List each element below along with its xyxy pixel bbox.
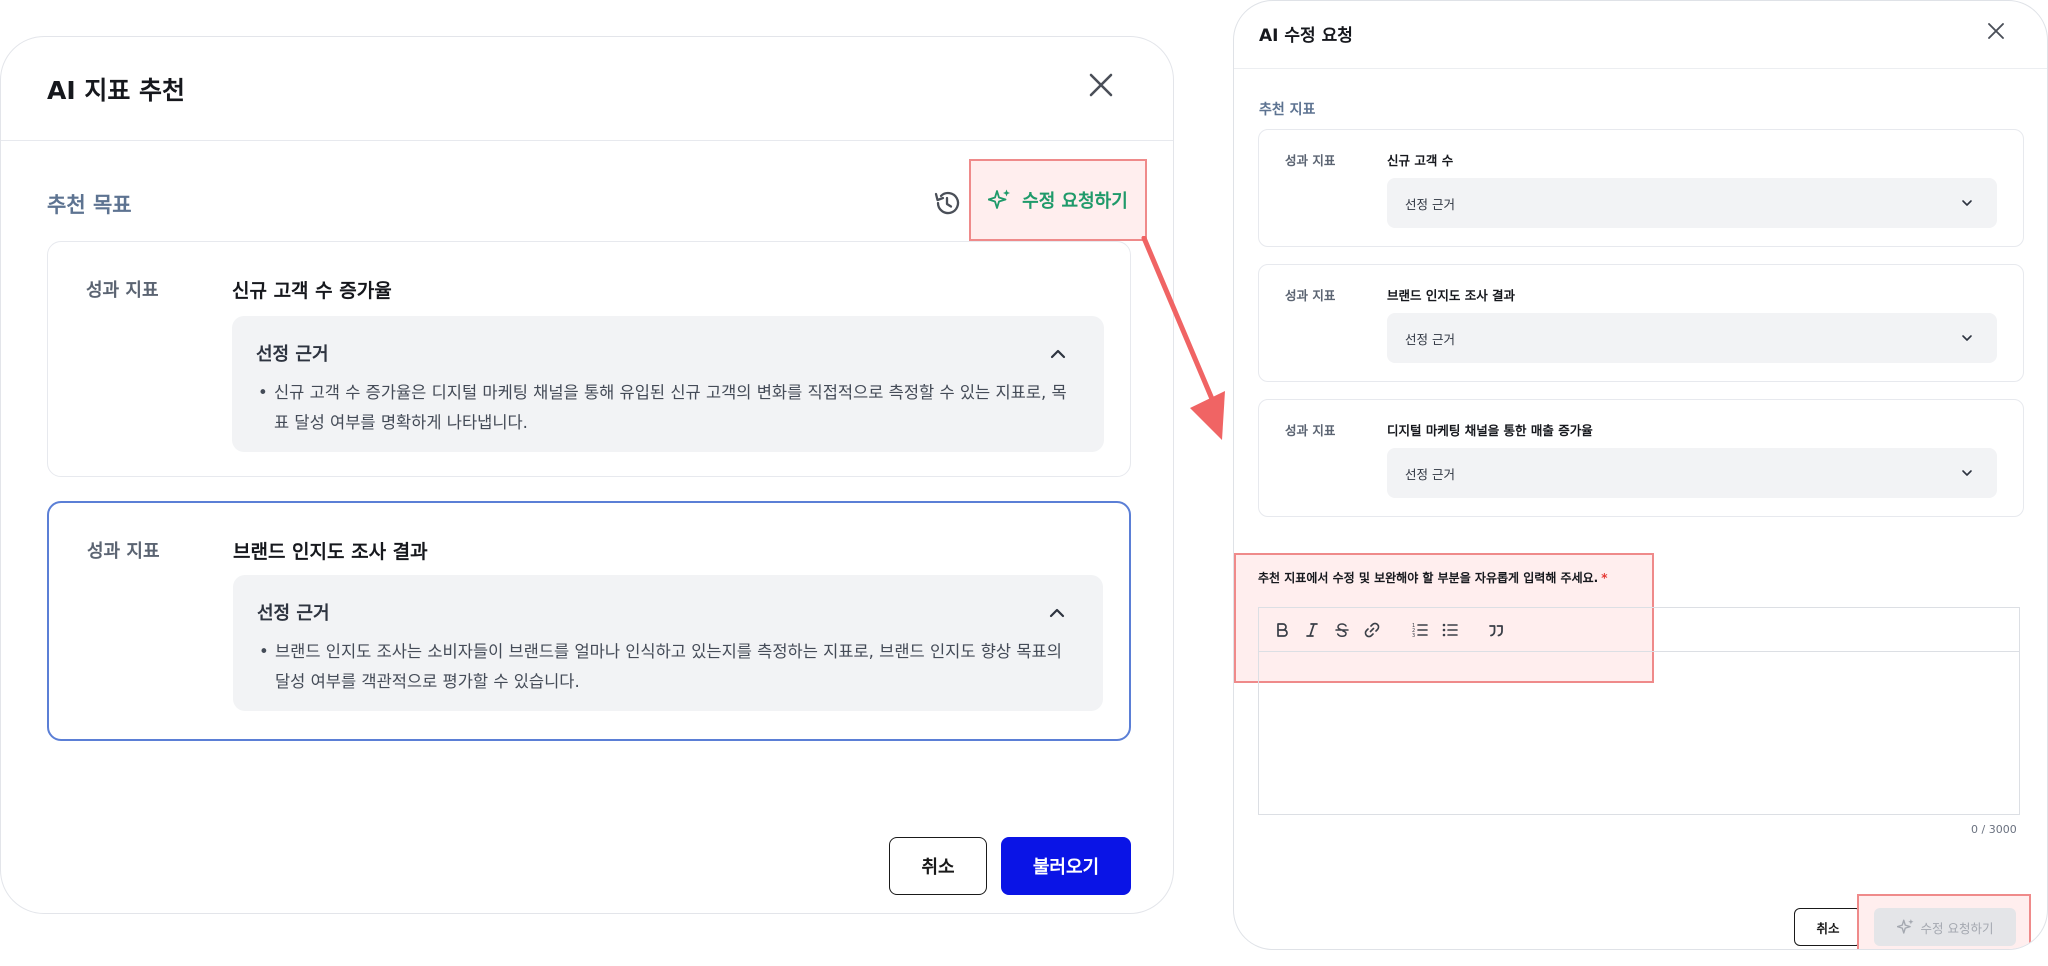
chevron-down-icon [1962,470,1972,476]
metric-name: 신규 고객 수 [1387,153,1454,168]
reason-dropdown[interactable]: 선정 근거 [1387,448,1997,498]
modal-header: AI 지표 추천 [1,37,1173,141]
rich-text-editor[interactable]: 1 2 3 [1258,607,2020,815]
metric-name: 브랜드 인지도 조사 결과 [1387,288,1516,303]
section-title: 추천 목표 [47,193,132,217]
reason-dropdown[interactable]: 선정 근거 [1387,178,1997,228]
quote-icon[interactable] [1487,621,1505,639]
panel-header: AI 수정 요청 [1234,1,2047,69]
metric-name: 브랜드 인지도 조사 결과 [233,541,428,563]
submit-edit-request-button[interactable]: 수정 요청하기 [1874,908,2016,946]
sparkle-icon [1896,919,1913,934]
metric-label: 성과 지표 [87,541,160,562]
metric-card: 성과 지표 브랜드 인지도 조사 결과 선정 근거 [1258,264,2024,382]
submit-label: 수정 요청하기 [1920,920,1994,936]
close-icon[interactable] [1085,69,1117,101]
dropdown-label: 선정 근거 [1405,197,1455,212]
strikethrough-icon[interactable] [1333,621,1351,639]
sparkle-icon [988,189,1011,209]
section-title: 추천 지표 [1259,102,1316,118]
reason-text: 신규 고객 수 증가율은 디지털 마케팅 채널을 통해 유입된 신규 고객의 변… [258,378,1078,438]
reason-text: 브랜드 인지도 조사는 소비자들이 브랜드를 얼마나 인식하고 있는지를 측정하… [259,637,1079,697]
metric-card: 성과 지표 신규 고객 수 선정 근거 [1258,129,2024,247]
ai-metric-recommend-modal: AI 지표 추천 추천 목표 수정 요청하기 성과 지표 신규 고객 수 증가율… [0,36,1174,914]
dropdown-label: 선정 근거 [1405,467,1455,482]
required-mark: * [1601,571,1608,585]
load-button[interactable]: 불러오기 [1001,837,1131,895]
metric-name: 신규 고객 수 증가율 [232,280,392,302]
metric-label: 성과 지표 [1285,288,1336,303]
metric-card[interactable]: 성과 지표 신규 고객 수 증가율 선정 근거 신규 고객 수 증가율은 디지털… [47,241,1131,477]
metric-label: 성과 지표 [1285,423,1336,438]
modal-title: AI 지표 추천 [47,76,186,105]
link-icon[interactable] [1363,621,1381,639]
prompt-text: 추천 지표에서 수정 및 보완해야 할 부분을 자유롭게 입력해 주세요. [1258,571,1599,585]
reason-panel: 선정 근거 신규 고객 수 증가율은 디지털 마케팅 채널을 통해 유입된 신규… [232,316,1104,452]
metric-label: 성과 지표 [86,280,159,301]
character-counter: 0 / 3000 [1971,823,2017,836]
edit-request-button[interactable]: 수정 요청하기 [969,159,1147,241]
italic-icon[interactable] [1303,621,1321,639]
ordered-list-icon[interactable]: 1 2 3 [1411,621,1429,639]
svg-text:3: 3 [1412,633,1415,639]
ai-edit-request-panel: AI 수정 요청 추천 지표 성과 지표 신규 고객 수 선정 근거 성과 지표… [1233,0,2048,950]
chevron-up-icon[interactable] [1048,344,1068,364]
reason-title: 선정 근거 [256,344,329,365]
metric-name: 디지털 마케팅 채널을 통한 매출 증가율 [1387,423,1593,438]
dropdown-label: 선정 근거 [1405,332,1455,347]
bold-icon[interactable] [1273,621,1291,639]
reason-panel: 선정 근거 브랜드 인지도 조사는 소비자들이 브랜드를 얼마나 인식하고 있는… [233,575,1103,711]
history-icon[interactable] [931,187,963,219]
panel-title: AI 수정 요청 [1259,26,1353,46]
metric-card: 성과 지표 디지털 마케팅 채널을 통한 매출 증가율 선정 근거 [1258,399,2024,517]
chevron-down-icon [1962,335,1972,341]
close-icon[interactable] [1986,21,2006,41]
reason-title: 선정 근거 [257,603,330,624]
cancel-button[interactable]: 취소 [1794,908,1862,946]
metric-card-selected[interactable]: 성과 지표 브랜드 인지도 조사 결과 선정 근거 브랜드 인지도 조사는 소비… [47,501,1131,741]
chevron-up-icon[interactable] [1047,603,1067,623]
metric-label: 성과 지표 [1285,153,1336,168]
reason-dropdown[interactable]: 선정 근거 [1387,313,1997,363]
cancel-button[interactable]: 취소 [889,837,987,895]
editor-toolbar: 1 2 3 [1259,608,2019,652]
bullet-list-icon[interactable] [1441,621,1459,639]
edit-request-label: 수정 요청하기 [1022,191,1128,212]
prompt-label: 추천 지표에서 수정 및 보완해야 할 부분을 자유롭게 입력해 주세요. * [1258,569,1608,586]
chevron-down-icon [1962,200,1972,206]
